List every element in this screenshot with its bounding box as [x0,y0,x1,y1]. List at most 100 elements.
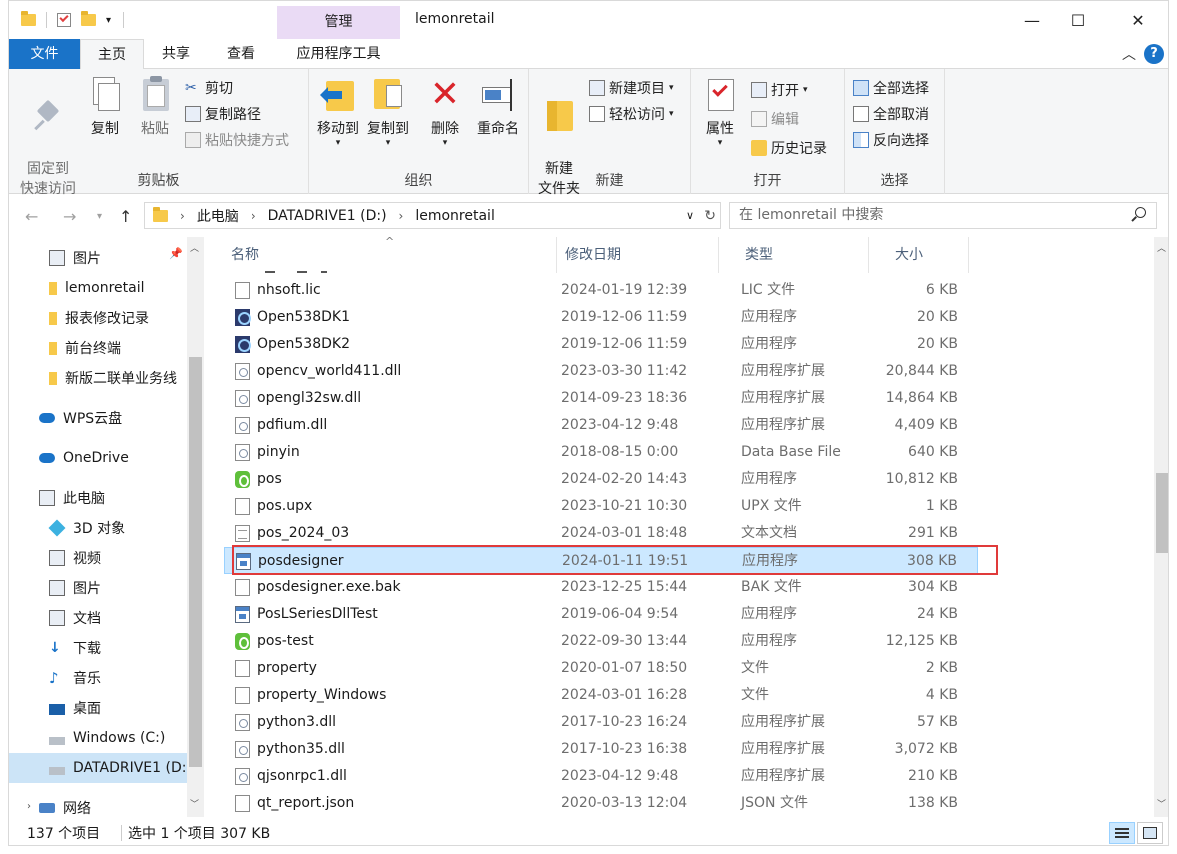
help-icon[interactable]: ? [1144,44,1164,64]
tab-app-tools[interactable]: 应用程序工具 [277,39,400,69]
close-button[interactable]: ✕ [1115,1,1161,39]
details-view-icon[interactable] [1109,822,1135,844]
contextual-manage-tab[interactable]: 管理 [277,6,400,39]
maximize-button[interactable]: ☐ [1055,1,1101,39]
history-button[interactable]: 历史记录 [751,137,827,159]
open-button[interactable]: 打开 ▾ [751,79,808,101]
sidebar-item[interactable]: 图片 [9,573,187,603]
paste-button[interactable]: 粘贴 [135,75,175,139]
column-header-size[interactable]: 大小 [869,237,969,273]
file-row[interactable]: PosLSeriesDllTest 2019-06-04 9:54 应用程序 24 K… [224,601,978,628]
column-header-date[interactable]: 修改日期 [539,237,719,273]
sidebar-item[interactable]: 网络 [9,793,187,817]
file-row[interactable]: property 2020-01-07 18:50 文件 2 KB [224,655,978,682]
file-row[interactable]: pos 2024-02-20 14:43 应用程序 10,812 KB [224,466,978,493]
nav-scrollbar-thumb[interactable] [189,357,202,767]
sidebar-item[interactable]: 此电脑 [9,483,187,513]
large-icons-view-icon[interactable] [1137,822,1163,844]
minimize-button[interactable]: — [1009,1,1055,39]
folder-icon[interactable] [21,11,36,26]
file-row[interactable]: qjsonrpc1.dll 2023-04-12 9:48 应用程序扩展 210 KB [224,763,978,790]
cut-button[interactable]: ✂ 剪切 [185,77,233,99]
sidebar-item[interactable]: 文档 [9,603,187,633]
file-row[interactable]: Open538DK2 2019-12-06 11:59 应用程序 20 KB [224,331,978,358]
file-row[interactable]: property_Windows 2024-03-01 16:28 文件 4 KB [224,682,978,709]
file-row[interactable]: Open538DK1 2019-12-06 11:59 应用程序 20 KB [224,304,978,331]
scroll-up-icon[interactable]: ︿ [1157,241,1166,254]
sidebar-item[interactable]: 报表修改记录 [9,303,187,333]
file-name: Open538DK2 [257,336,350,352]
breadcrumb-this-pc[interactable]: 此电脑 [197,206,239,226]
delete-button[interactable]: ✕ 删除 ▾ [425,75,465,148]
tab-file[interactable]: 文件 [9,39,80,69]
new-folder-icon[interactable] [81,11,96,26]
select-none-button[interactable]: 全部取消 [853,103,929,125]
scroll-down-icon[interactable]: ﹀ [190,797,199,810]
breadcrumb-drive-d[interactable]: DATADRIVE1 (D:) [268,208,387,224]
forward-arrow-icon[interactable]: → [63,207,76,226]
paste-shortcut-button[interactable]: 粘贴快捷方式 [185,129,289,151]
nav-scrollbar[interactable]: ︿ ﹀ [187,237,204,817]
scroll-down-icon[interactable]: ﹀ [1157,797,1166,810]
file-row[interactable]: pos-test 2022-09-30 13:44 应用程序 12,125 KB [224,628,978,655]
recent-locations-chevron-icon[interactable]: ▾ [97,211,102,222]
sidebar-item[interactable]: 视频 [9,543,187,573]
file-list-scrollbar-thumb[interactable] [1156,473,1168,553]
sidebar-item[interactable]: 3D 对象 [9,513,187,543]
expand-chevron-icon[interactable]: › [27,801,31,812]
search-input[interactable]: 在 lemonretail 中搜索 [729,202,1157,229]
address-bar[interactable]: › 此电脑 › DATADRIVE1 (D:) › lemonretail ∨ … [144,202,721,229]
move-to-button[interactable]: 移动到 ▾ [315,75,361,148]
file-list-scrollbar[interactable]: ︿ ﹀ [1154,237,1168,817]
sidebar-item[interactable]: ♪ 音乐 [9,663,187,693]
back-arrow-icon[interactable]: ← [25,207,38,226]
refresh-icon[interactable]: ↻ [704,208,716,224]
file-row[interactable]: nhsoft.lic 2024-01-19 12:39 LIC 文件 6 KB [224,277,978,304]
properties-button[interactable]: 属性 ▾ [699,75,741,148]
sidebar-item[interactable]: 桌面 [9,693,187,723]
sidebar-item[interactable]: ↓ 下载 [9,633,187,663]
address-dropdown-icon[interactable]: ∨ [686,209,694,222]
sidebar-item[interactable]: Windows (C:) [9,723,187,753]
sidebar-item[interactable]: 前台终端 [9,333,187,363]
sidebar-item[interactable]: 图片 [9,243,187,273]
file-row[interactable]: python35.dll 2017-10-23 16:38 应用程序扩展 3,072 … [224,736,978,763]
rename-button[interactable]: 重命名 [473,75,523,139]
sidebar-item[interactable]: lemonretail [9,273,187,303]
edit-pencil-icon [751,111,767,127]
search-icon[interactable] [1135,207,1146,218]
copy-to-button[interactable]: 复制到 ▾ [365,75,411,148]
file-row[interactable]: pdfium.dll 2023-04-12 9:48 应用程序扩展 4,409 KB [224,412,978,439]
select-all-button[interactable]: 全部选择 [853,77,929,99]
file-row[interactable]: pinyin 2018-08-15 0:00 Data Base File 640 K… [224,439,978,466]
file-row[interactable]: pos.upx 2023-10-21 10:30 UPX 文件 1 KB [224,493,978,520]
new-item-button[interactable]: 新建项目 ▾ [589,77,674,99]
tab-home[interactable]: 主页 [80,39,144,70]
properties-check-icon[interactable] [57,12,71,27]
easy-access-button[interactable]: 轻松访问 ▾ [589,103,674,125]
file-row[interactable]: posdesigner.exe.bak 2023-12-25 15:44 BAK 文… [224,574,978,601]
copy-button[interactable]: 复制 [85,75,125,139]
file-row[interactable]: qt_report.json 2020-03-13 12:04 JSON 文件 138… [224,790,978,817]
breadcrumb-lemonretail[interactable]: lemonretail [415,208,495,224]
tab-view[interactable]: 查看 [209,39,273,69]
sidebar-item[interactable]: OneDrive [9,443,187,473]
sidebar-item[interactable]: DATADRIVE1 (D:) [9,753,187,783]
invert-selection-button[interactable]: 反向选择 [853,129,929,151]
pin-icon[interactable]: 📌 [169,247,183,260]
sidebar-item[interactable]: 新版二联单业务线 [9,363,187,393]
column-header-type[interactable]: 类型 [719,237,869,273]
tab-share[interactable]: 共享 [144,39,208,69]
scroll-up-icon[interactable]: ︿ [190,241,199,254]
file-row[interactable]: opencv_world411.dll 2023-03-30 11:42 应用程序扩… [224,358,978,385]
copy-path-button[interactable]: 复制路径 [185,103,261,125]
sidebar-item[interactable]: WPS云盘 [9,403,187,433]
file-row[interactable]: pos_2024_03 2024-03-01 18:48 文本文档 291 KB [224,520,978,547]
file-row[interactable]: python3.dll 2017-10-23 16:24 应用程序扩展 57 KB [224,709,978,736]
customize-dropdown-icon[interactable]: ▾ [106,15,111,26]
file-row[interactable]: opengl32sw.dll 2014-09-23 18:36 应用程序扩展 14,8… [224,385,978,412]
collapse-ribbon-icon[interactable]: ︿ [1122,44,1136,64]
folder-icon [49,371,57,385]
edit-button[interactable]: 编辑 [751,108,799,130]
up-arrow-icon[interactable]: ↑ [119,207,132,226]
